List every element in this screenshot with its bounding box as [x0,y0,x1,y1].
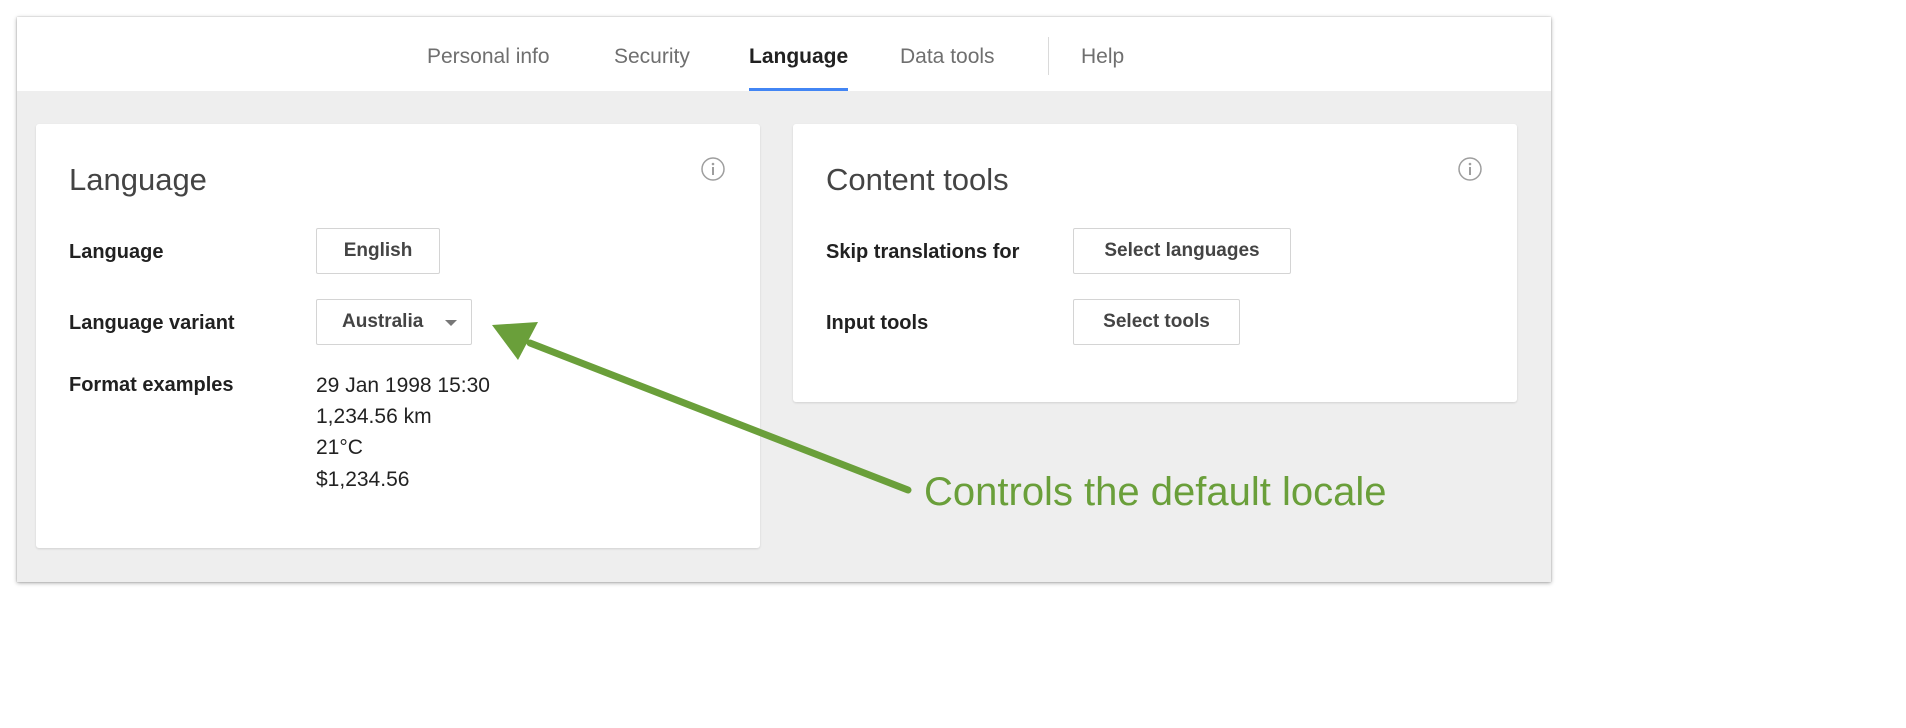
annotation-text: Controls the default locale [924,470,1387,514]
arrow-icon [526,339,912,494]
